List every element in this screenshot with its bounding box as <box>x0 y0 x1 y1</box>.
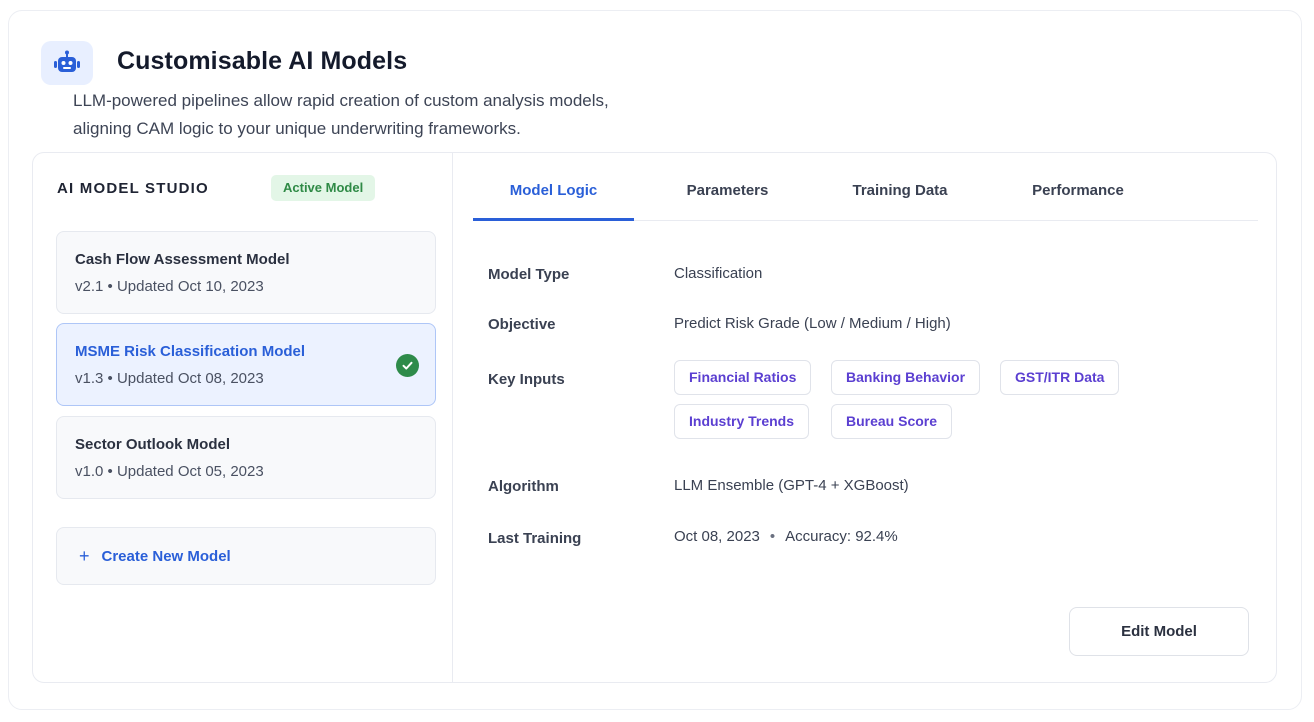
model-meta: v1.3 • Updated Oct 08, 2023 <box>75 370 264 387</box>
model-studio-panel: AI MODEL STUDIO Active Model Cash Flow A… <box>32 152 1277 683</box>
input-chip: Bureau Score <box>831 404 953 439</box>
last-training-value: Oct 08, 2023 • Accuracy: 92.4% <box>674 528 898 545</box>
objective-label: Objective <box>488 316 556 333</box>
tab-parameters[interactable]: Parameters <box>665 182 790 199</box>
last-training-date: Oct 08, 2023 <box>674 528 760 545</box>
model-list-pane: AI MODEL STUDIO Active Model Cash Flow A… <box>33 153 453 682</box>
key-inputs-label: Key Inputs <box>488 371 565 388</box>
create-label: Create New Model <box>101 547 231 565</box>
model-meta: v2.1 • Updated Oct 10, 2023 <box>75 278 264 295</box>
robot-icon <box>41 41 93 85</box>
plus-icon: + <box>79 545 90 566</box>
active-tab-indicator <box>473 218 634 221</box>
active-model-badge: Active Model <box>271 175 376 201</box>
model-card-msme-risk[interactable]: MSME Risk Classification Model v1.3 • Up… <box>56 323 436 406</box>
model-meta: v1.0 • Updated Oct 05, 2023 <box>75 463 264 480</box>
create-new-model-button[interactable]: + Create New Model <box>56 527 436 585</box>
accuracy-value: Accuracy: 92.4% <box>785 528 898 545</box>
model-card-sector-outlook[interactable]: Sector Outlook Model v1.0 • Updated Oct … <box>56 416 436 499</box>
page-title: Customisable AI Models <box>117 47 408 75</box>
page-subtitle: LLM-powered pipelines allow rapid creati… <box>73 87 773 143</box>
objective-value: Predict Risk Grade (Low / Medium / High) <box>674 315 951 332</box>
last-training-label: Last Training <box>488 530 582 547</box>
edit-model-button[interactable]: Edit Model <box>1069 607 1249 656</box>
input-chip: Financial Ratios <box>674 360 812 395</box>
model-type-label: Model Type <box>488 266 570 283</box>
studio-heading: AI MODEL STUDIO <box>57 180 209 197</box>
input-chip: Banking Behavior <box>831 360 981 395</box>
model-card-cash-flow[interactable]: Cash Flow Assessment Model v2.1 • Update… <box>56 231 436 314</box>
separator-dot: • <box>769 528 776 545</box>
subtitle-line: LLM-powered pipelines allow rapid creati… <box>73 91 609 110</box>
model-name: Cash Flow Assessment Model <box>75 251 290 268</box>
tab-training-data[interactable]: Training Data <box>835 182 965 199</box>
model-name: MSME Risk Classification Model <box>75 343 306 360</box>
algorithm-value: LLM Ensemble (GPT-4 + XGBoost) <box>674 477 909 494</box>
model-type-value: Classification <box>674 265 763 282</box>
input-chip: Industry Trends <box>674 404 810 439</box>
input-chip: GST/ITR Data <box>1000 360 1120 395</box>
algorithm-label: Algorithm <box>488 478 559 495</box>
detail-tabs: Model Logic Parameters Training Data Per… <box>473 153 1258 221</box>
check-circle-icon <box>396 354 419 377</box>
tab-performance[interactable]: Performance <box>1018 182 1138 199</box>
model-name: Sector Outlook Model <box>75 436 231 453</box>
subtitle-line: aligning CAM logic to your unique underw… <box>73 119 521 138</box>
tab-model-logic[interactable]: Model Logic <box>473 182 634 199</box>
